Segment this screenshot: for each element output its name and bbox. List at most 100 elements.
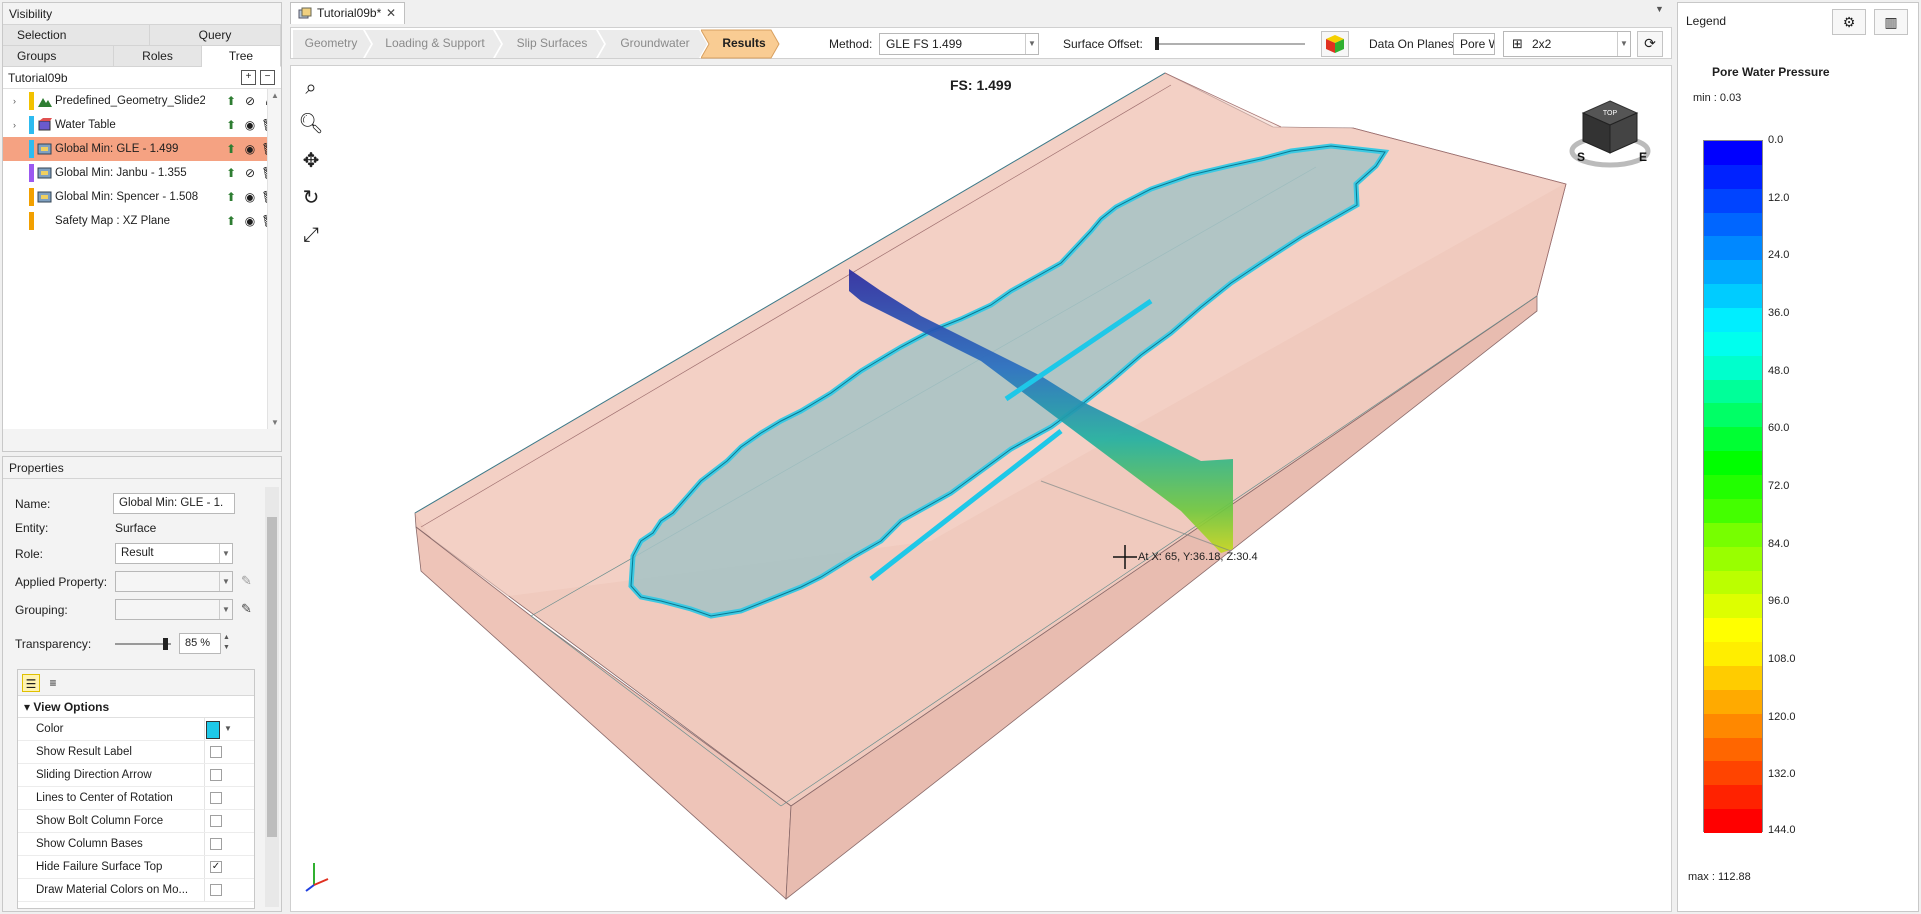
visibility-pin-icon[interactable]: ⬆ bbox=[223, 93, 239, 109]
surface-offset-slider[interactable] bbox=[1155, 43, 1305, 45]
view-cube[interactable]: TOP S E bbox=[1569, 95, 1651, 177]
close-icon[interactable]: ✕ bbox=[386, 3, 396, 23]
item-color-bar bbox=[29, 188, 34, 206]
eye-icon[interactable]: ◉ bbox=[242, 189, 258, 205]
viewcube-east-label[interactable]: E bbox=[1639, 150, 1647, 164]
edit-pencil-icon[interactable]: ✎ bbox=[241, 573, 252, 589]
surface-result-icon bbox=[37, 191, 52, 203]
tab-tree[interactable]: Tree bbox=[202, 46, 281, 67]
scrollbar-thumb[interactable] bbox=[267, 517, 277, 837]
step-slip-surfaces[interactable]: Slip Surfaces bbox=[503, 30, 601, 57]
step-loading-support[interactable]: Loading & Support bbox=[373, 30, 497, 57]
view-options-grid: ☰ ≡ ▾ View Options Color ▼ Show Result Lab… bbox=[17, 669, 255, 909]
method-select[interactable]: GLE FS 1.499 ▼ bbox=[879, 33, 1039, 55]
grouping-select[interactable]: ▼ bbox=[115, 599, 233, 620]
eye-hidden-icon[interactable]: ⊘ bbox=[242, 93, 258, 109]
expand-all-icon[interactable]: + bbox=[241, 70, 256, 85]
tree-item[interactable]: ›Predefined_Geometry_Slide2(⬆⊘🔒︎ bbox=[3, 89, 281, 113]
cursor-coordinate-readout: At X: 65, Y:36.18, Z:30.4 bbox=[1138, 551, 1258, 563]
collapse-all-icon[interactable]: − bbox=[260, 70, 275, 85]
step-geometry[interactable]: Geometry bbox=[295, 30, 367, 57]
view-option-row: Show Column Bases bbox=[18, 833, 254, 856]
color-cube-icon[interactable] bbox=[1321, 31, 1349, 57]
colorbar-band bbox=[1704, 427, 1762, 452]
colorbar-band bbox=[1704, 141, 1762, 166]
legend-settings-icon[interactable]: ⚙ bbox=[1832, 9, 1866, 35]
viewcube-south-label[interactable]: S bbox=[1577, 150, 1585, 164]
eye-hidden-icon[interactable]: ⊘ bbox=[242, 165, 258, 181]
pan-icon[interactable]: ✥ bbox=[297, 147, 325, 175]
option-checkbox[interactable] bbox=[210, 884, 222, 896]
list-view-icon[interactable]: ≡ bbox=[44, 674, 62, 692]
transparency-label: Transparency: bbox=[15, 637, 92, 651]
visibility-pin-icon[interactable]: ⬆ bbox=[223, 189, 239, 205]
data-on-planes-select[interactable]: Pore Wa bbox=[1453, 33, 1495, 55]
tab-groups[interactable]: Groups bbox=[3, 46, 114, 67]
tree-item[interactable]: Global Min: Spencer - 1.508⬆◉🗑︎ bbox=[3, 185, 281, 209]
tree-item[interactable]: Global Min: Janbu - 1.355⬆⊘🗑︎ bbox=[3, 161, 281, 185]
transparency-slider-thumb[interactable] bbox=[162, 638, 168, 650]
spinner-icon[interactable]: ▲ ▼ bbox=[223, 633, 230, 653]
eye-icon[interactable]: ◉ bbox=[242, 141, 258, 157]
document-tab[interactable]: Tutorial09b* ✕ bbox=[290, 2, 405, 24]
zoom-extents-icon[interactable]: ⤢ bbox=[297, 221, 325, 249]
edit-pencil-icon[interactable]: ✎ bbox=[241, 601, 252, 617]
colorbar-band bbox=[1704, 809, 1762, 834]
expand-chevron-icon[interactable]: › bbox=[13, 113, 16, 137]
tree-item[interactable]: Global Min: GLE - 1.499⬆◉🗑︎ bbox=[3, 137, 281, 161]
tab-query[interactable]: Query bbox=[150, 25, 281, 46]
viewport-3d[interactable] bbox=[290, 65, 1672, 912]
view-option-row: Color ▼ bbox=[18, 718, 254, 741]
rotate-icon[interactable]: ↻ bbox=[297, 184, 325, 212]
tree-item[interactable]: ›Water Table⬆◉🗑︎ bbox=[3, 113, 281, 137]
refresh-icon[interactable]: ⟳ bbox=[1637, 31, 1663, 57]
option-checkbox[interactable] bbox=[210, 838, 222, 850]
categorized-view-icon[interactable]: ☰ bbox=[22, 674, 40, 692]
tab-selection[interactable]: Selection bbox=[3, 25, 150, 46]
tree-scrollbar[interactable]: ▲ ▼ bbox=[267, 89, 281, 429]
color-swatch[interactable] bbox=[206, 721, 220, 739]
option-checkbox[interactable] bbox=[210, 792, 222, 804]
legend-chart-icon[interactable]: ▥ bbox=[1874, 9, 1908, 35]
zoom-icon[interactable]: 🔍︎ bbox=[297, 110, 325, 138]
transparency-input[interactable]: 85 % bbox=[179, 633, 221, 654]
colorbar-band bbox=[1704, 260, 1762, 285]
scroll-up-icon[interactable]: ▲ bbox=[271, 91, 279, 100]
visibility-pin-icon[interactable]: ⬆ bbox=[223, 213, 239, 229]
model-scene[interactable] bbox=[291, 66, 1672, 912]
method-label: Method: bbox=[829, 37, 873, 51]
view-option-label: Lines to Center of Rotation bbox=[36, 792, 173, 804]
option-checkbox[interactable] bbox=[210, 815, 222, 827]
scroll-down-icon[interactable]: ▼ bbox=[271, 418, 279, 427]
visibility-pin-icon[interactable]: ⬆ bbox=[223, 165, 239, 181]
visibility-pin-icon[interactable]: ⬆ bbox=[223, 117, 239, 133]
layout-select[interactable]: ⊞ 2x2 ▼ bbox=[1503, 31, 1631, 57]
surface-offset-thumb[interactable] bbox=[1155, 37, 1159, 50]
expand-chevron-icon[interactable]: › bbox=[13, 89, 16, 113]
eye-icon[interactable]: ◉ bbox=[242, 213, 258, 229]
view-options-header[interactable]: ▾ View Options bbox=[18, 696, 254, 718]
item-color-bar bbox=[29, 116, 34, 134]
step-groundwater[interactable]: Groundwater bbox=[606, 30, 704, 57]
tree-item[interactable]: Safety Map : XZ Plane⬆◉🗑︎ bbox=[3, 209, 281, 233]
option-checkbox[interactable]: ✓ bbox=[210, 861, 222, 873]
tab-overflow-chevron-icon[interactable]: ▼ bbox=[1655, 4, 1664, 14]
colorbar-band bbox=[1704, 355, 1762, 381]
applied-property-select[interactable]: ▼ bbox=[115, 571, 233, 592]
tab-roles[interactable]: Roles bbox=[114, 46, 202, 67]
chevron-down-icon[interactable]: ▼ bbox=[224, 718, 232, 740]
colorbar-band bbox=[1704, 713, 1762, 739]
option-checkbox[interactable] bbox=[210, 769, 222, 781]
visibility-pin-icon[interactable]: ⬆ bbox=[223, 141, 239, 157]
option-checkbox[interactable] bbox=[210, 746, 222, 758]
name-field[interactable]: Global Min: GLE - 1. bbox=[113, 493, 235, 514]
tree-item-label: Global Min: Janbu - 1.355 bbox=[55, 167, 187, 179]
eye-icon[interactable]: ◉ bbox=[242, 117, 258, 133]
colorbar-band bbox=[1704, 546, 1762, 571]
properties-scrollbar[interactable] bbox=[265, 487, 279, 907]
view-option-row: Draw Material Colors on Mo... bbox=[18, 879, 254, 902]
zoom-window-icon[interactable]: ⌕ bbox=[297, 74, 325, 102]
step-results[interactable]: Results bbox=[711, 30, 777, 57]
role-select[interactable]: Result ▼ bbox=[115, 543, 233, 564]
tree-list: ›Predefined_Geometry_Slide2(⬆⊘🔒︎›Water T… bbox=[3, 89, 281, 429]
